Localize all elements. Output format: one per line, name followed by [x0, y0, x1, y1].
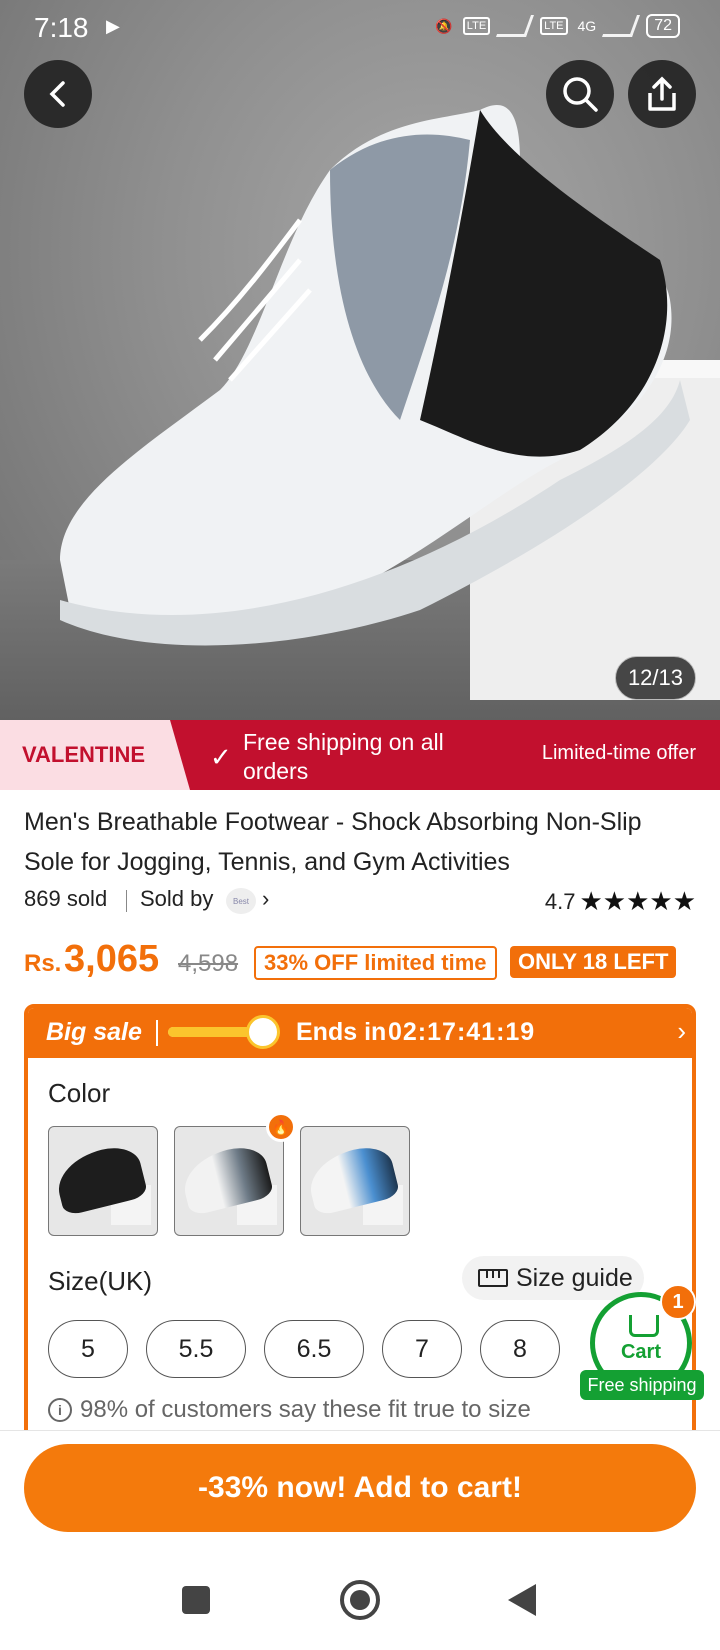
limited-offer-text: Limited-time offer	[541, 742, 696, 764]
cart-label: Cart	[620, 1341, 661, 1363]
size-option[interactable]: 5	[48, 1320, 128, 1378]
volte-icon-2: LTE	[540, 17, 568, 35]
status-icons: 🔕 LTE LTE 4G 72	[435, 14, 680, 38]
rating-value: 4.7	[544, 888, 576, 914]
stock-badge: ONLY 18 LEFT	[510, 946, 677, 978]
price: 3,065	[64, 938, 160, 980]
back-triangle-icon[interactable]	[508, 1584, 536, 1616]
rating[interactable]: 4.7 ★★★★★	[545, 886, 696, 917]
currency: Rs.	[24, 950, 62, 977]
size-option[interactable]: 8	[480, 1320, 560, 1378]
original-price: 4,598	[178, 950, 239, 977]
big-sale-header[interactable]: Big sale Ends in 02:17:41:19 ›	[28, 1008, 692, 1058]
product-title: Men's Breathable Footwear - Shock Absorb…	[24, 808, 642, 876]
price-row: Rs. 3,065 4,598 33% OFF limited time ONL…	[24, 938, 704, 988]
info-icon: i	[48, 1398, 72, 1422]
sale-progress-fill	[168, 1027, 252, 1037]
valentine-tag: VALENTINE	[0, 720, 190, 790]
fit-note-text: 98% of customers say these fit true to s…	[80, 1396, 531, 1423]
size-option[interactable]: 5.5	[146, 1320, 246, 1378]
home-icon[interactable]	[340, 1580, 380, 1620]
recent-apps-icon[interactable]	[182, 1586, 210, 1614]
cart-free-shipping: Free shipping	[580, 1370, 704, 1400]
discount-badge: 33% OFF limited time	[254, 946, 497, 980]
share-icon	[648, 76, 676, 111]
color-label: Color	[48, 1078, 111, 1108]
color-swatch-black[interactable]	[48, 1126, 158, 1236]
promo-banner[interactable]: VALENTINE ✓ Free shipping on all orders …	[0, 720, 720, 790]
divider	[156, 1020, 158, 1046]
volte-icon: LTE	[462, 17, 491, 35]
big-sale-title: Big sale	[46, 1018, 142, 1046]
ends-in-label: Ends in	[296, 1018, 387, 1046]
cart-icon	[629, 1315, 659, 1337]
size-option[interactable]: 6.5	[264, 1320, 364, 1378]
ruler-icon	[478, 1269, 508, 1287]
check-icon: ✓	[210, 742, 232, 772]
image-page-indicator: 12/13	[614, 656, 696, 700]
seller-logo[interactable]: Best	[226, 888, 256, 914]
countdown-timer: 02:17:41:19	[388, 1018, 536, 1046]
signal-icon	[496, 15, 535, 37]
color-swatch-blue[interactable]	[300, 1126, 410, 1236]
size-guide-button[interactable]: Size guide	[462, 1256, 644, 1300]
search-button[interactable]	[546, 60, 614, 128]
sold-by-label: Sold by	[140, 886, 214, 911]
network-label: 4G	[577, 18, 597, 34]
status-bar: 7:18 ▶ 🔕 LTE LTE 4G 72	[0, 0, 720, 56]
signal-icon-2	[602, 15, 641, 37]
share-button[interactable]	[628, 60, 696, 128]
cart-count-badge: 1	[660, 1284, 696, 1320]
hot-icon: 🔥	[266, 1112, 296, 1142]
add-to-cart-button[interactable]: -33% now! Add to cart!	[24, 1444, 696, 1532]
status-time: 7:18	[34, 12, 89, 43]
divider	[126, 890, 127, 912]
chevron-right-icon[interactable]: ›	[677, 1016, 686, 1047]
system-nav-bar	[0, 1560, 720, 1650]
product-image-gallery[interactable]: 7:18 ▶ 🔕 LTE LTE 4G 72 12/13	[0, 0, 720, 720]
chevron-left-icon	[49, 81, 65, 107]
free-shipping-text: Free shipping on all orders	[243, 729, 444, 784]
product-meta: 869 sold Sold by Best › 4.7 ★★★★★	[24, 886, 696, 916]
battery-icon: 72	[646, 14, 680, 38]
back-button[interactable]	[24, 60, 92, 128]
clock-icon	[246, 1015, 280, 1049]
search-icon	[563, 77, 598, 112]
size-option[interactable]: 7	[382, 1320, 462, 1378]
size-guide-label: Size guide	[516, 1263, 633, 1292]
product-shoe-image	[60, 105, 720, 700]
valentine-label: VALENTINE	[22, 742, 146, 767]
mute-icon: 🔕	[435, 17, 453, 34]
size-label: Size(UK)	[48, 1266, 153, 1296]
star-rating-icon: ★★★★★	[579, 886, 696, 916]
fit-note: i 98% of customers say these fit true to…	[48, 1396, 531, 1424]
play-icon: ▶	[106, 16, 120, 36]
color-swatch-grey[interactable]	[174, 1126, 284, 1236]
chevron-right-icon[interactable]: ›	[262, 886, 269, 912]
sold-count: 869 sold	[24, 886, 108, 911]
